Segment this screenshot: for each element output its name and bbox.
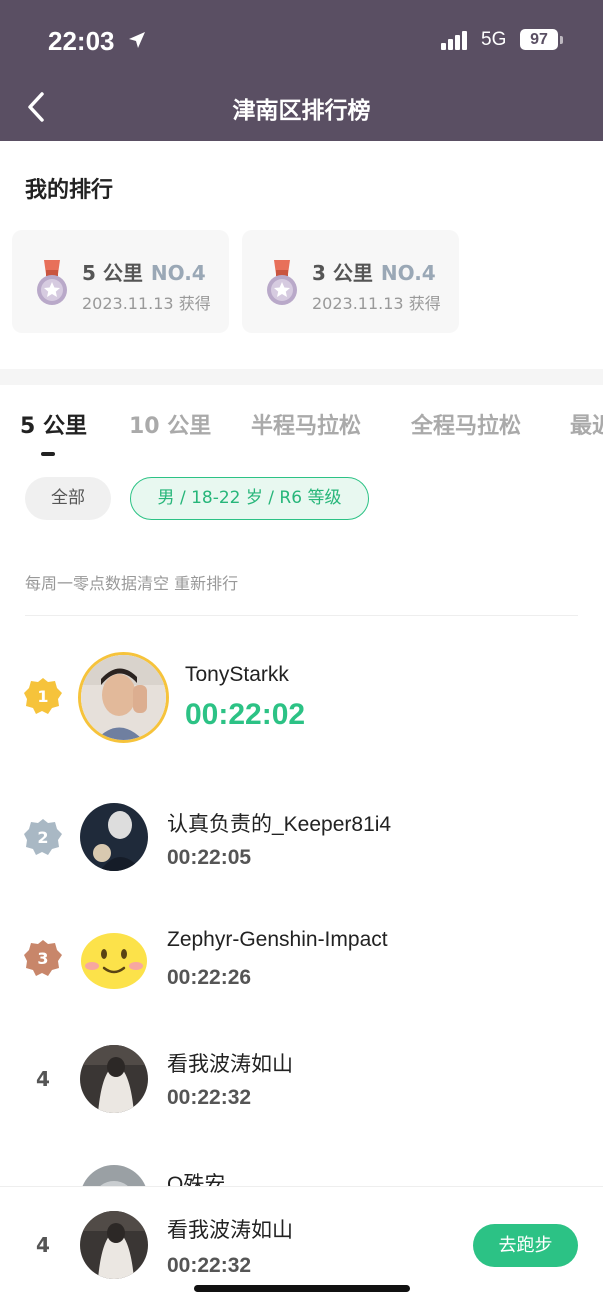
card-distance-label: 3 公里 [312,261,373,285]
ranking-row[interactable]: Q殊安 [0,1160,603,1186]
my-rank-card-5k[interactable]: 5 公里 NO.4 2023.11.13 获得 [12,230,229,333]
battery-icon: 97 [520,29,558,50]
ranking-row[interactable]: 4 看我波涛如山 00:22:32 [0,1040,603,1115]
badge-rank-number: 3 [37,949,48,968]
runner-name: 认真负责的_Keeper81i4 [167,813,392,836]
smiley-face-icon [80,924,148,992]
my-rank-number: 4 [36,1233,50,1257]
network-type: 5G [481,29,507,50]
card-date: 2023.11.13 获得 [312,294,441,313]
home-indicator [194,1285,410,1292]
my-time: 00:22:32 [167,1254,252,1277]
user-photo [80,1165,148,1186]
my-rank-heading: 我的排行 [25,178,114,203]
avatar[interactable] [78,652,169,743]
ranking-row[interactable]: 1 TonyStarkk 00:22:02 [0,650,603,745]
user-photo [80,1211,148,1279]
tab-half-marathon[interactable]: 半程马拉松 [251,408,361,440]
filter-selected-chip[interactable]: 男 / 18-22 岁 / R6 等级 [130,477,369,520]
avatar[interactable] [80,1165,148,1186]
tab-10k[interactable]: 10 公里 [129,408,211,440]
reset-note: 每周一零点数据清空 重新排行 [25,574,239,593]
card-rank-number: NO.4 [380,261,436,285]
silver-rank-badge-icon: 2 [24,819,62,855]
card-distance: 3 公里 NO.4 [312,257,436,286]
location-arrow-icon [129,32,145,48]
status-bar: 22:03 5G 97 [0,0,603,80]
card-distance-label: 5 公里 [82,261,143,285]
avatar[interactable] [80,924,148,992]
status-time: 22:03 [48,26,115,56]
list-divider [25,615,578,616]
section-divider [0,369,603,385]
user-photo [80,1045,148,1113]
ranking-row[interactable]: 3 Zephyr-Genshin-Impact 00:22:26 [0,920,603,995]
user-photo [80,803,148,871]
runner-name: 看我波涛如山 [167,1053,293,1076]
runner-name: Zephyr-Genshin-Impact [167,928,388,951]
runner-time: 00:22:26 [167,966,252,989]
card-date: 2023.11.13 获得 [82,294,211,313]
card-rank-number: NO.4 [150,261,206,285]
tab-5k[interactable]: 5 公里 [20,408,87,440]
badge-rank-number: 1 [37,687,48,706]
user-photo [81,655,166,740]
runner-time: 00:22:05 [167,846,252,869]
my-rank-bottom-bar: 4 看我波涛如山 00:22:32 去跑步 [0,1186,603,1304]
card-distance: 5 公里 NO.4 [82,257,206,286]
runner-name: Q殊安 [167,1173,226,1186]
gold-rank-badge-icon: 1 [24,678,62,714]
silver-medal-icon [37,260,67,305]
runner-name: TonyStarkk [185,663,289,686]
my-rank-card-3k[interactable]: 3 公里 NO.4 2023.11.13 获得 [242,230,459,333]
active-tab-indicator [41,452,55,456]
page-title: 津南区排行榜 [232,98,371,124]
badge-rank-number: 2 [37,828,48,847]
filter-all-chip[interactable]: 全部 [25,477,111,520]
my-name: 看我波涛如山 [167,1219,293,1242]
ranking-row[interactable]: 2 认真负责的_Keeper81i4 00:22:05 [0,800,603,875]
header-bar: 22:03 5G 97 津南区排行榜 [0,0,603,141]
runner-time: 00:22:02 [185,698,306,731]
bronze-rank-badge-icon: 3 [24,940,62,976]
signal-icon [441,30,471,50]
go-run-button[interactable]: 去跑步 [473,1224,578,1267]
rank-number: 4 [36,1067,50,1091]
distance-tabs: 5 公里 10 公里 半程马拉松 全程马拉松 最近 [0,408,603,458]
avatar[interactable] [80,1045,148,1113]
tab-recent[interactable]: 最近 [570,408,603,440]
silver-medal-icon [267,260,297,305]
my-avatar[interactable] [80,1211,148,1279]
avatar[interactable] [80,803,148,871]
tab-full-marathon[interactable]: 全程马拉松 [411,408,521,440]
runner-time: 00:22:32 [167,1086,252,1109]
battery-tip [560,36,563,44]
